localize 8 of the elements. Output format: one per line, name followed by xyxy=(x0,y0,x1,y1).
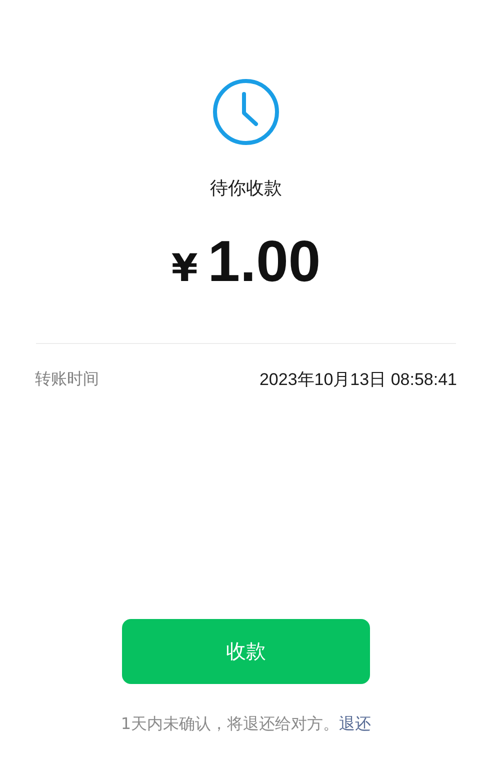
currency-symbol: ¥ xyxy=(171,246,198,290)
notice-text: 1天内未确认，将退还给对方。退还 xyxy=(120,714,372,735)
status-title: 待你收款 xyxy=(210,177,282,200)
detail-value: 2023年10月13日 08:58:41 xyxy=(259,369,457,391)
return-link[interactable]: 退还 xyxy=(339,714,372,733)
amount-value: 1.00 xyxy=(208,228,321,295)
detail-label: 转账时间 xyxy=(35,369,99,390)
clock-icon xyxy=(212,78,280,146)
